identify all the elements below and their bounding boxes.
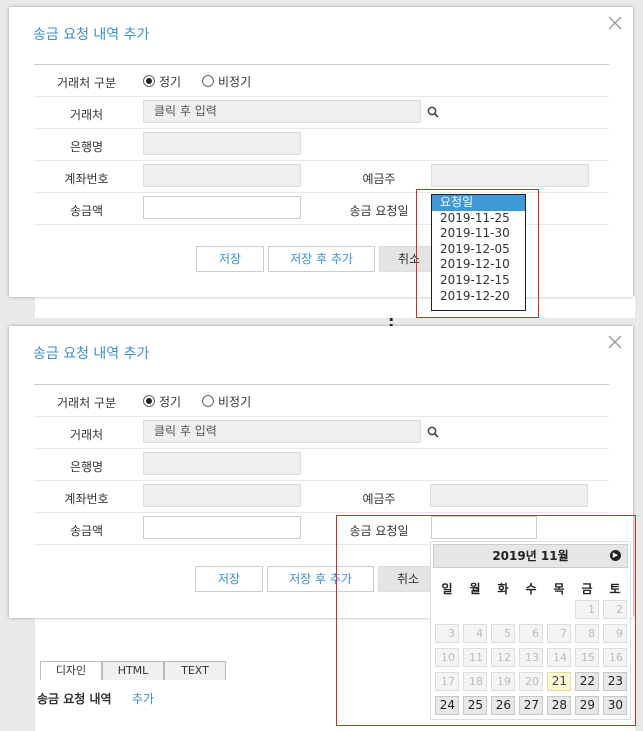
client-input[interactable]: 클릭 후 입력	[143, 420, 421, 443]
section-add-link[interactable]: 추가	[132, 690, 154, 707]
radio-unchecked-icon	[202, 75, 214, 87]
tab-design[interactable]: 디자인	[40, 661, 102, 680]
label-amount: 송금액	[69, 204, 104, 218]
save-and-add-button[interactable]: 저장 후 추가	[268, 246, 375, 272]
row-account: 계좌번호 예금주	[34, 481, 609, 513]
holder-input[interactable]	[431, 164, 589, 187]
bank-input[interactable]	[143, 132, 301, 155]
holder-input[interactable]	[430, 484, 588, 507]
search-icon[interactable]	[427, 106, 439, 118]
row-client-type: 거래처 구분 정기 비정기	[34, 65, 609, 97]
search-icon[interactable]	[427, 426, 439, 438]
tab-text[interactable]: TEXT	[164, 661, 226, 680]
bank-input[interactable]	[143, 452, 301, 475]
close-icon[interactable]	[605, 334, 625, 354]
highlight-box	[416, 189, 539, 318]
radio-irregular[interactable]: 비정기	[202, 73, 251, 90]
tab-html[interactable]: HTML	[102, 661, 164, 680]
close-icon[interactable]	[605, 15, 625, 35]
label-client: 거래처	[69, 428, 104, 442]
label-holder: 예금주	[362, 492, 396, 506]
highlight-box	[336, 515, 636, 726]
radio-checked-icon	[143, 75, 155, 87]
row-bank: 은행명	[34, 449, 609, 481]
label-amount: 송금액	[69, 524, 104, 538]
background-strip	[35, 296, 635, 318]
label-account: 계좌번호	[64, 492, 109, 506]
row-client: 거래처 클릭 후 입력	[34, 97, 609, 129]
row-bank: 은행명	[34, 129, 609, 161]
row-client-type: 거래처 구분 정기 비정기	[34, 385, 609, 417]
radio-regular[interactable]: 정기	[143, 73, 181, 90]
radio-checked-icon	[143, 395, 155, 407]
amount-input[interactable]	[143, 516, 301, 539]
label-client-type: 거래처 구분	[56, 76, 116, 90]
row-client: 거래처 클릭 후 입력	[34, 417, 609, 449]
account-input[interactable]	[143, 164, 301, 187]
radio-irregular[interactable]: 비정기	[202, 393, 251, 410]
label-account: 계좌번호	[64, 172, 109, 186]
label-client: 거래처	[69, 108, 104, 122]
client-input[interactable]: 클릭 후 입력	[143, 100, 421, 123]
radio-regular[interactable]: 정기	[143, 393, 181, 410]
modal-title: 송금 요청 내역 추가	[33, 346, 150, 362]
save-button[interactable]: 저장	[195, 566, 263, 592]
label-client-type: 거래처 구분	[56, 396, 116, 410]
label-bank: 은행명	[69, 140, 104, 154]
radio-unchecked-icon	[202, 395, 214, 407]
label-holder: 예금주	[362, 172, 396, 186]
save-button[interactable]: 저장	[196, 246, 264, 272]
modal-title: 송금 요청 내역 추가	[33, 27, 150, 43]
account-input[interactable]	[143, 484, 301, 507]
section-title: 송금 요청 내역	[37, 692, 112, 706]
amount-input[interactable]	[143, 196, 301, 219]
label-bank: 은행명	[69, 460, 104, 474]
modal-dialog-dropdown: 송금 요청 내역 추가 거래처 구분 정기 비정기 거래처 클릭 후 입력 은행…	[9, 7, 633, 297]
